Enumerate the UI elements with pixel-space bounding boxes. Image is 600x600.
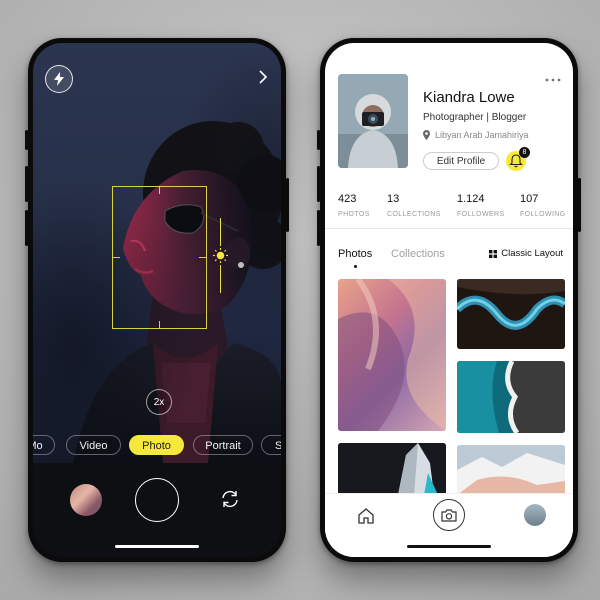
flash-icon [54, 72, 64, 86]
shutter-button[interactable] [135, 478, 179, 522]
focus-tick [159, 321, 160, 329]
mode-square[interactable]: Se [261, 435, 281, 455]
coast-photo [457, 361, 565, 433]
active-tab-indicator [354, 265, 357, 268]
stat-following[interactable]: 107 FOLLOWING [520, 193, 566, 218]
stat-followers[interactable]: 1.124 FOLLOWERS [457, 193, 505, 218]
photo-thumbnail[interactable] [338, 443, 446, 495]
phone-side-button [317, 210, 320, 246]
section-divider [325, 228, 573, 229]
stat-value: 13 [387, 193, 400, 205]
profile-photo-art [338, 74, 408, 168]
iceberg-photo [338, 443, 446, 495]
profile-location: Libyan Arab Jamahiriya [423, 130, 529, 140]
camera-flip-icon[interactable] [219, 488, 241, 510]
stat-value: 423 [338, 193, 357, 205]
focus-box[interactable] [112, 186, 207, 329]
exposure-slider-track[interactable] [220, 218, 221, 246]
more-options-icon[interactable] [543, 77, 563, 83]
profile-phone: Kiandra Lowe Photographer | Blogger Liby… [317, 38, 581, 562]
camera-icon [441, 508, 457, 522]
profile-tabs: Photos Collections Classic Layout [325, 248, 573, 270]
stat-value: 1.124 [457, 193, 485, 205]
camera-mode-selector: Mo Video Photo Portrait Se [33, 435, 281, 457]
location-pin-icon [423, 130, 430, 140]
avatar[interactable] [524, 504, 546, 526]
grid-icon [489, 249, 498, 258]
location-text: Libyan Arab Jamahiriya [435, 130, 529, 140]
profile-photo[interactable] [338, 74, 408, 168]
notification-count-badge: 8 [519, 147, 530, 158]
phone-side-button [25, 166, 28, 202]
camera-screen: 2x Mo Video Photo Portrait Se [33, 43, 281, 557]
gallery-thumbnail[interactable] [70, 484, 102, 516]
profile-stats: 423 PHOTOS 13 COLLECTIONS 1.124 FOLLOWER… [325, 193, 573, 223]
mode-portrait[interactable]: Portrait [193, 435, 253, 455]
photo-thumbnail[interactable] [457, 279, 565, 349]
home-indicator [407, 545, 491, 548]
home-indicator [115, 545, 199, 548]
profile-screen: Kiandra Lowe Photographer | Blogger Liby… [325, 43, 573, 557]
stat-photos[interactable]: 423 PHOTOS [338, 193, 370, 218]
stat-collections[interactable]: 13 COLLECTIONS [387, 193, 441, 218]
stat-label: COLLECTIONS [387, 211, 441, 218]
photo-thumbnail[interactable] [457, 361, 565, 433]
profile-name: Kiandra Lowe [423, 89, 515, 106]
phone-side-button [317, 166, 320, 202]
exposure-slider-track[interactable] [220, 265, 221, 293]
tab-collections[interactable]: Collections [391, 248, 445, 260]
profile-role: Photographer | Blogger [423, 112, 527, 123]
stat-label: FOLLOWERS [457, 211, 505, 218]
river-photo [457, 279, 565, 349]
sun-icon[interactable] [213, 248, 228, 263]
camera-nav-button[interactable] [433, 499, 465, 531]
focus-tick [159, 186, 160, 194]
canyon-photo [338, 279, 446, 431]
phone-side-button [25, 210, 28, 246]
focus-tick [199, 257, 207, 258]
photo-thumbnail[interactable] [457, 445, 565, 495]
camera-phone: 2x Mo Video Photo Portrait Se [25, 38, 289, 562]
zoom-toggle[interactable]: 2x [146, 389, 172, 415]
phone-side-button [25, 130, 28, 150]
chevron-right-icon [259, 70, 268, 84]
stat-label: FOLLOWING [520, 211, 566, 218]
stat-label: PHOTOS [338, 211, 370, 218]
mode-photo[interactable]: Photo [129, 435, 184, 455]
next-button[interactable] [253, 67, 273, 87]
photo-thumbnail[interactable] [338, 279, 446, 431]
focus-tick [112, 257, 120, 258]
flash-button[interactable] [45, 65, 73, 93]
snow-mountain-photo [457, 445, 565, 495]
phone-side-button [317, 130, 320, 150]
layout-toggle[interactable]: Classic Layout [489, 248, 563, 259]
stat-value: 107 [520, 193, 539, 205]
camera-controls [33, 463, 281, 557]
mode-video[interactable]: Video [66, 435, 121, 455]
phone-side-button [286, 178, 289, 232]
phone-side-button [578, 178, 581, 232]
mode-slow-mo[interactable]: Mo [33, 435, 55, 455]
edit-profile-button[interactable]: Edit Profile [423, 152, 499, 170]
home-icon[interactable] [357, 508, 375, 524]
tab-photos[interactable]: Photos [338, 248, 372, 260]
layout-toggle-label: Classic Layout [501, 248, 563, 259]
